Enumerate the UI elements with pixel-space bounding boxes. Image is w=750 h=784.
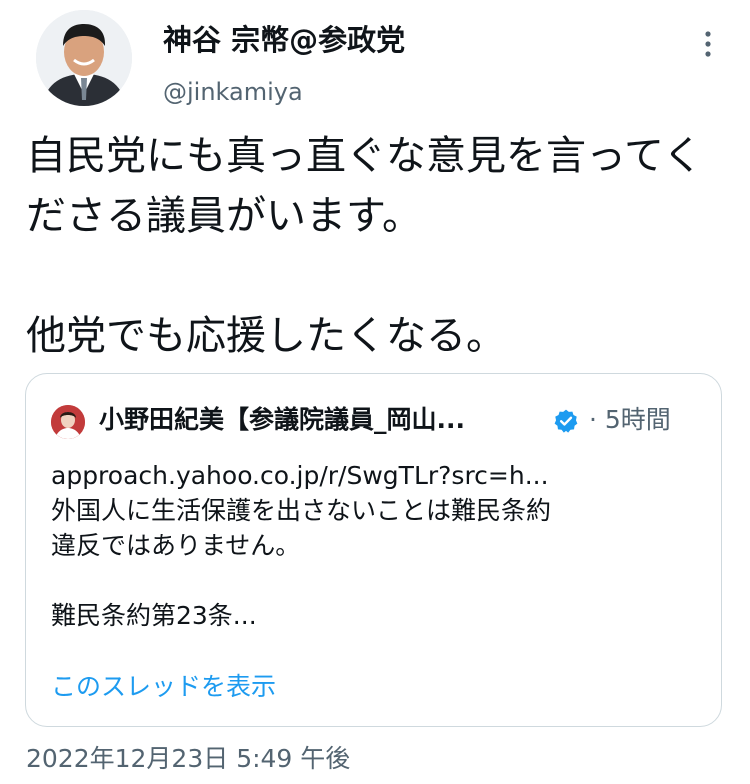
quoted-tweet-line: 外国人に生活保護を出さないことは難民条約 [51,496,552,525]
tweet-timestamp[interactable]: 2022年12月23日 5:49 午後 [26,742,350,776]
quoted-tweet-blank-line [51,563,701,598]
quoted-tweet-link[interactable]: approach.yahoo.co.jp/r/SwgTLr?src=h... [51,458,701,493]
tweet-page: 神谷 宗幣@参政党 @jinkamiya 自民党にも真っ直ぐな意見を言ってくださ… [0,0,750,784]
author-avatar[interactable] [36,10,132,106]
quoted-author-name[interactable]: 小野田紀美【参議院議員_岡山... [99,403,465,437]
quoted-author-avatar-image [51,405,85,439]
quoted-author-avatar[interactable] [51,405,85,439]
author-avatar-image [36,10,132,106]
author-display-name[interactable]: 神谷 宗幣@参政党 [163,22,405,58]
quoted-tweet-line: 難民条約第23条... [51,601,257,630]
verified-badge-icon [553,408,579,434]
quoted-tweet-card[interactable]: 小野田紀美【参議院議員_岡山... · 5時間 approach.yahoo.c… [25,373,722,727]
more-vertical-icon [705,31,711,57]
author-handle[interactable]: @jinkamiya [163,77,303,107]
show-thread-link[interactable]: このスレッドを表示 [51,670,276,704]
tweet-text: 自民党にも真っ直ぐな意見を言ってくださる議員がいます。 他党でも応援したくなる。 [26,133,703,359]
quoted-tweet-line: 違反ではありません。 [51,531,301,560]
quoted-tweet-time[interactable]: · 5時間 [589,403,671,437]
more-options-button[interactable] [694,24,722,64]
quoted-tweet-body: approach.yahoo.co.jp/r/SwgTLr?src=h... 外… [51,458,701,633]
